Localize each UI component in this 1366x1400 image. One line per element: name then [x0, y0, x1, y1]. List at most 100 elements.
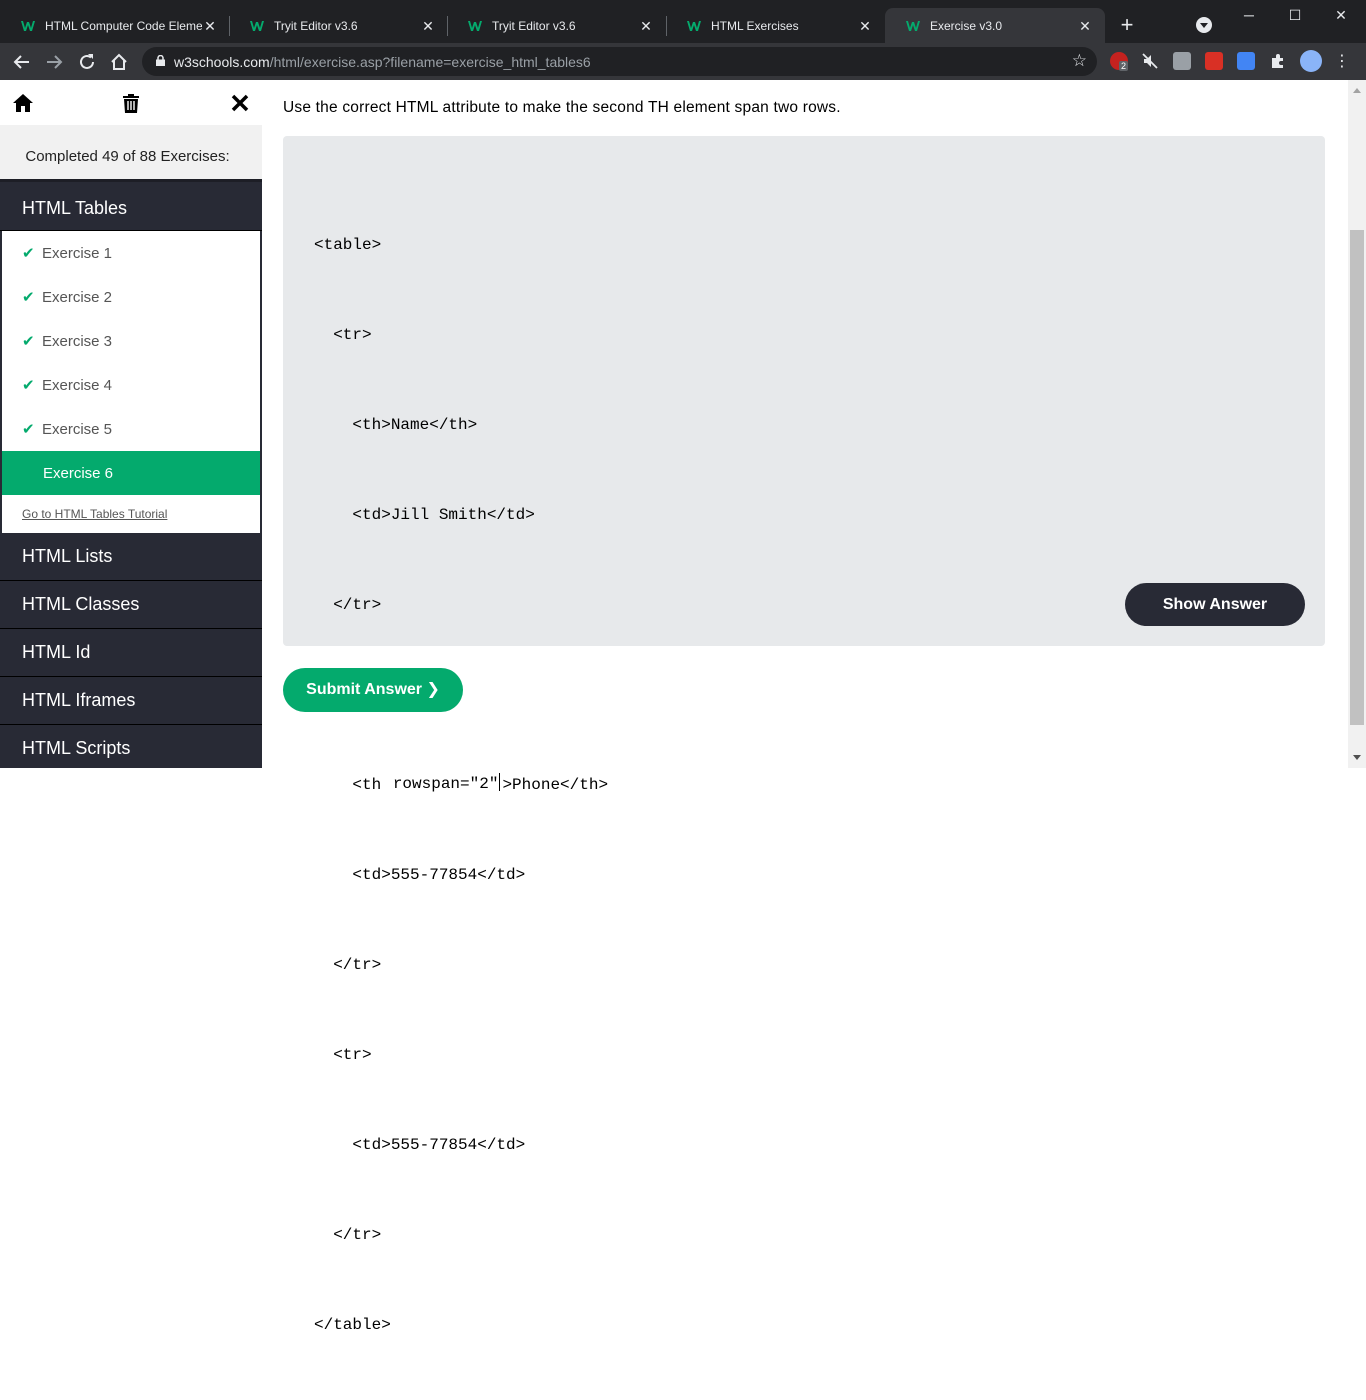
- exercise-label: Exercise 6: [43, 464, 114, 482]
- minimize-button[interactable]: ─: [1226, 0, 1272, 32]
- exercise-item[interactable]: ✔ Exercise 4: [2, 363, 260, 407]
- answer-input[interactable]: rowspan="2": [390, 773, 503, 795]
- exercise-question: Use the correct HTML attribute to make t…: [283, 99, 841, 116]
- checkmark-icon: ✔: [22, 333, 35, 350]
- close-tab-icon[interactable]: ✕: [857, 18, 873, 34]
- address-bar[interactable]: w3schools.com/html/exercise.asp?filename…: [142, 47, 1097, 76]
- url-text[interactable]: w3schools.com/html/exercise.asp?filename…: [174, 54, 591, 70]
- browser-toolbar: w3schools.com/html/exercise.asp?filename…: [0, 43, 1366, 80]
- maximize-button[interactable]: ☐: [1272, 0, 1318, 32]
- w3schools-favicon-icon: [21, 20, 35, 31]
- extension-icon[interactable]: [1173, 52, 1191, 70]
- browser-tab[interactable]: HTML Exercises ✕: [666, 8, 885, 43]
- category-html-tables[interactable]: HTML Tables: [0, 179, 262, 231]
- w3schools-favicon-icon: [906, 20, 920, 31]
- url-path: /html/exercise.asp?filename=exercise_htm…: [269, 54, 591, 70]
- exercise-label: Exercise 4: [42, 376, 113, 394]
- exercise-item-active[interactable]: Exercise 6: [2, 451, 260, 495]
- exercise-sidebar: Completed 49 of 88 Exercises: HTML Table…: [0, 80, 262, 768]
- exercise-label: Exercise 5: [42, 420, 113, 438]
- browser-tab[interactable]: HTML Computer Code Eleme ✕: [0, 8, 230, 43]
- w3schools-favicon-icon: [687, 20, 701, 31]
- code-fragment: <th: [314, 776, 391, 794]
- profile-avatar[interactable]: [1300, 50, 1322, 72]
- exercise-item[interactable]: ✔ Exercise 5: [2, 407, 260, 451]
- checkmark-icon: ✔: [22, 289, 35, 306]
- close-tab-icon[interactable]: ✕: [638, 18, 654, 34]
- close-icon[interactable]: [229, 92, 251, 114]
- category-html-id[interactable]: HTML Id: [0, 629, 262, 677]
- scroll-down-icon[interactable]: [1353, 755, 1361, 760]
- extension-badge: 2: [1119, 61, 1129, 71]
- tab-title: HTML Exercises: [711, 18, 799, 33]
- tutorial-link[interactable]: Go to HTML Tables Tutorial: [2, 495, 260, 533]
- checkmark-icon: ✔: [22, 245, 35, 262]
- home-icon[interactable]: [12, 92, 34, 114]
- back-icon[interactable]: [9, 49, 35, 75]
- category-html-iframes[interactable]: HTML Iframes: [0, 677, 262, 725]
- tab-title: Tryit Editor v3.6: [492, 18, 576, 33]
- new-tab-button[interactable]: +: [1115, 14, 1139, 38]
- browser-tab-active[interactable]: Exercise v3.0 ✕: [885, 8, 1105, 43]
- code-line: </tr>: [314, 956, 382, 974]
- exercise-item[interactable]: ✔ Exercise 1: [2, 231, 260, 275]
- scrollbar-thumb[interactable]: [1350, 230, 1364, 725]
- submit-answer-button[interactable]: Submit Answer ❯: [283, 668, 463, 712]
- code-line: <table>: [314, 236, 382, 254]
- exercise-item[interactable]: ✔ Exercise 3: [2, 319, 260, 363]
- reload-icon[interactable]: [74, 49, 100, 75]
- code-line: <tr>: [314, 326, 372, 344]
- code-line: <td>555-77854</td>: [314, 866, 526, 884]
- extensions-puzzle-icon[interactable]: [1269, 52, 1287, 70]
- exercise-list: ✔ Exercise 1 ✔ Exercise 2 ✔ Exercise 3 ✔ Exe…: [2, 231, 260, 533]
- close-tab-icon[interactable]: ✕: [420, 18, 436, 34]
- code-line: </tr>: [314, 1226, 382, 1244]
- sidebar-toolbar: [0, 80, 262, 125]
- exercise-label: Exercise 2: [42, 288, 113, 306]
- exercise-label: Exercise 3: [42, 332, 113, 350]
- url-host: w3schools.com: [174, 54, 270, 70]
- tab-title: Tryit Editor v3.6: [274, 18, 358, 33]
- code-fragment: >Phone</th>: [502, 776, 609, 794]
- extension-blocker-icon[interactable]: 2: [1110, 52, 1129, 71]
- code-line: <th>Name</th>: [314, 416, 478, 434]
- browser-tab[interactable]: Tryit Editor v3.6 ✕: [229, 8, 448, 43]
- home-icon[interactable]: [106, 49, 132, 75]
- code-line: </table>: [314, 1316, 391, 1334]
- browser-tab-bar: HTML Computer Code Eleme ✕ Tryit Editor …: [0, 0, 1366, 43]
- completed-count: Completed 49 of 88 Exercises:: [25, 148, 230, 165]
- show-answer-button[interactable]: Show Answer: [1125, 583, 1305, 626]
- close-tab-icon[interactable]: ✕: [202, 18, 218, 34]
- category-html-scripts[interactable]: HTML Scripts: [0, 725, 262, 768]
- checkmark-icon: ✔: [22, 377, 35, 394]
- category-html-classes[interactable]: HTML Classes: [0, 581, 262, 629]
- browser-tab[interactable]: Tryit Editor v3.6 ✕: [447, 8, 666, 43]
- exercise-main: Use the correct HTML attribute to make t…: [262, 80, 1348, 1334]
- code-line-with-input: <th rowspan="2" >Phone</th>: [314, 770, 608, 800]
- forward-icon[interactable]: [41, 49, 67, 75]
- checkmark-icon: ✔: [22, 421, 35, 438]
- close-window-button[interactable]: ✕: [1318, 0, 1364, 32]
- code-line: <tr>: [314, 1046, 372, 1064]
- code-editor: <table> <tr> <th>Name</th> <td>Jill Smit…: [283, 136, 1325, 1334]
- browser-menu-icon[interactable]: ⋮: [1333, 51, 1351, 71]
- tab-title: HTML Computer Code Eleme: [45, 18, 202, 33]
- bookmark-star-icon[interactable]: ☆: [1072, 51, 1087, 71]
- mute-tab-icon[interactable]: [1141, 52, 1159, 70]
- tab-title: Exercise v3.0: [930, 18, 1003, 33]
- close-tab-icon[interactable]: ✕: [1077, 18, 1093, 34]
- extension-icon[interactable]: [1237, 52, 1255, 70]
- code-line: <td>Jill Smith</td>: [314, 506, 535, 524]
- progress-panel: Completed 49 of 88 Exercises:: [0, 125, 262, 180]
- lock-icon[interactable]: [156, 55, 165, 66]
- w3schools-favicon-icon: [468, 20, 482, 31]
- page-scrollbar[interactable]: [1348, 80, 1366, 768]
- tab-search-icon[interactable]: [1196, 17, 1212, 33]
- exercise-item[interactable]: ✔ Exercise 2: [2, 275, 260, 319]
- code-line: </tr>: [314, 596, 382, 614]
- scroll-up-icon[interactable]: [1353, 88, 1361, 93]
- category-html-lists[interactable]: HTML Lists: [0, 533, 262, 581]
- trash-icon[interactable]: [120, 92, 142, 114]
- text-caret: [499, 773, 501, 791]
- extension-icon[interactable]: [1205, 52, 1223, 70]
